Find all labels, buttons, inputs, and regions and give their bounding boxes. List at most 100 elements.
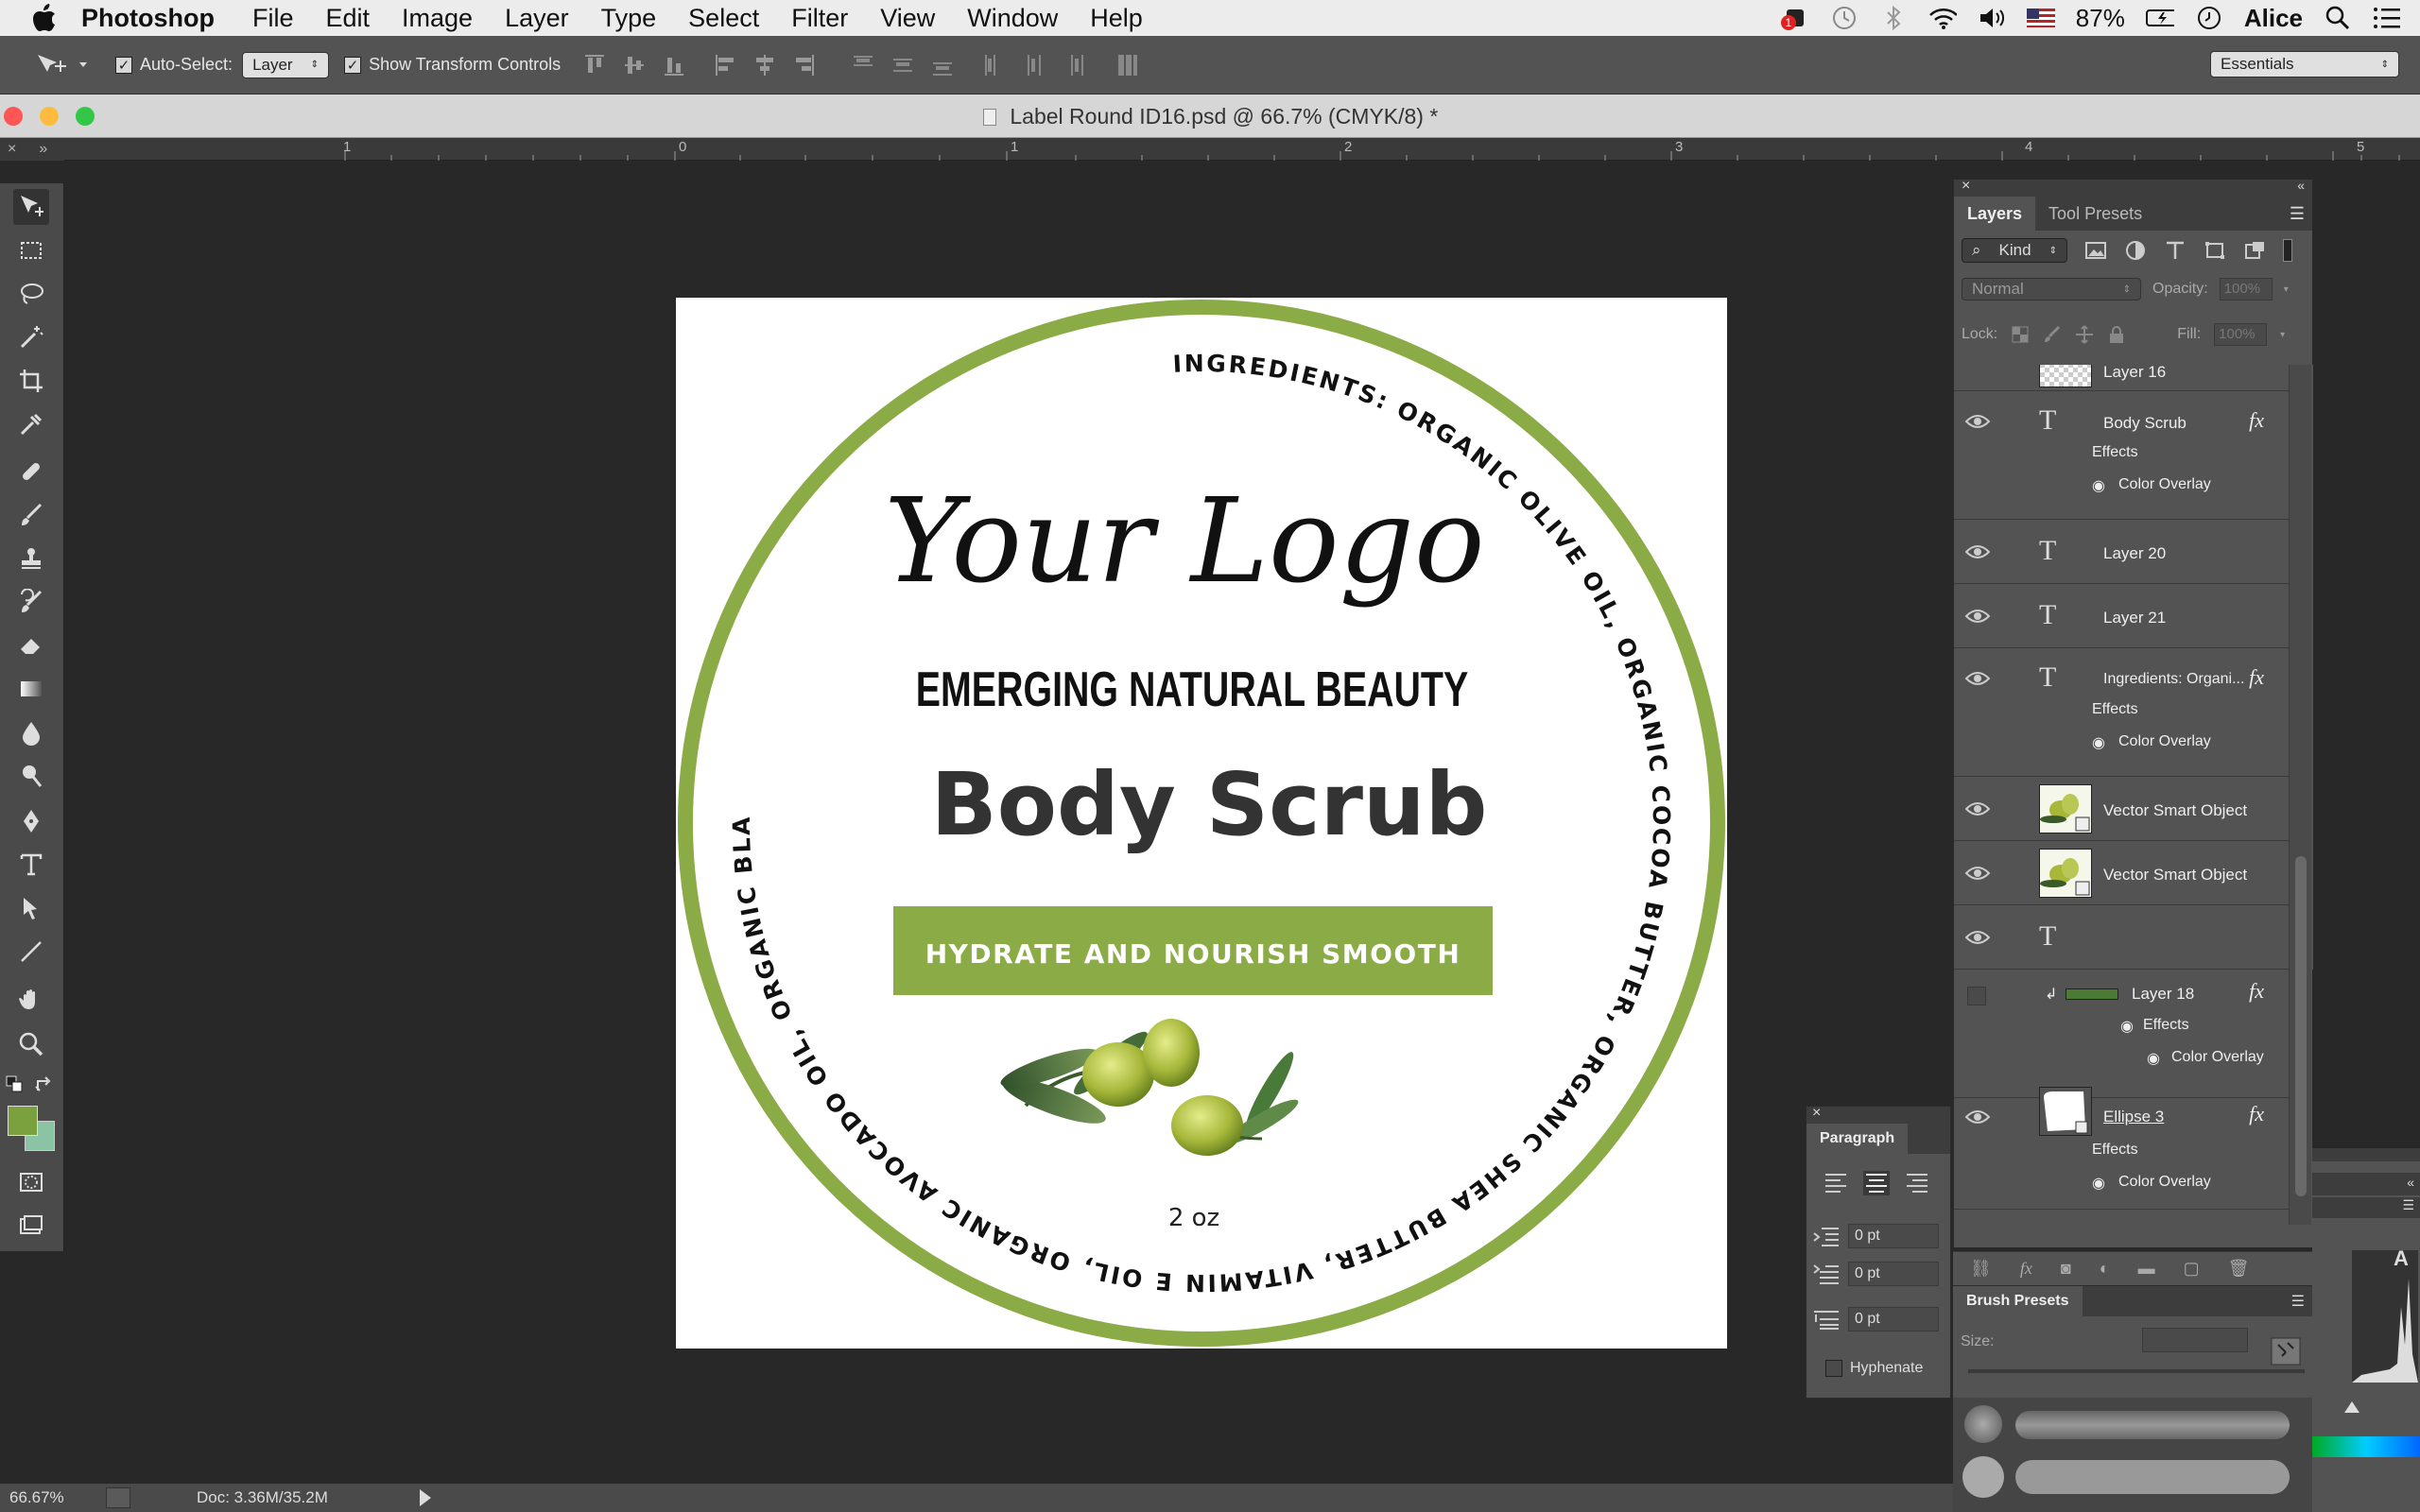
- distribute-top-icon[interactable]: [852, 53, 874, 77]
- brush-preset-list[interactable]: [1953, 1398, 2312, 1512]
- dodge-tool-icon[interactable]: [13, 758, 49, 794]
- menu-view[interactable]: View: [880, 4, 935, 33]
- default-colors-icon[interactable]: [6, 1075, 25, 1094]
- menu-window[interactable]: Window: [967, 4, 1058, 33]
- new-layer-icon[interactable]: ▢: [2184, 1259, 2200, 1279]
- visibility-eye-icon[interactable]: [1965, 669, 1990, 688]
- workspace-dropdown[interactable]: Essentials ⇕: [2210, 51, 2399, 77]
- layer-row[interactable]: T Layer 20: [1954, 520, 2289, 584]
- expand-panels-icon[interactable]: »: [39, 141, 47, 158]
- color-slider-marker[interactable]: [2344, 1401, 2360, 1413]
- document-canvas[interactable]: INGREDIENTS: ORGANIC OLIVE OIL, ORGANIC …: [663, 276, 1727, 1349]
- link-layers-icon[interactable]: ⛓: [1970, 1259, 1992, 1279]
- brush-preset-item[interactable]: [1964, 1405, 2002, 1443]
- fill-arrow-icon[interactable]: ▾: [2280, 330, 2285, 340]
- layer-row[interactable]: ↲ Layer 18 fx ◉ Effects ◉ Color Overlay: [1954, 970, 2289, 1098]
- color-spectrum[interactable]: [2312, 1436, 2420, 1457]
- layer-row[interactable]: T Layer 21: [1954, 584, 2289, 648]
- opacity-arrow-icon[interactable]: ▾: [2284, 284, 2289, 295]
- layer-row[interactable]: T: [1954, 905, 2289, 970]
- visibility-eye-icon[interactable]: [1965, 928, 1990, 947]
- close-icon[interactable]: ×: [1812, 1105, 1821, 1122]
- effect-eye-icon[interactable]: ◉: [2120, 1017, 2134, 1036]
- blur-tool-icon[interactable]: [13, 714, 49, 750]
- layer-row[interactable]: T Body Scrub fx Effects ◉ Color Overlay: [1954, 391, 2289, 520]
- delete-layer-icon[interactable]: 🗑: [2228, 1259, 2250, 1279]
- clone-stamp-tool-icon[interactable]: [13, 541, 49, 576]
- effect-eye-icon[interactable]: ◉: [2147, 1049, 2160, 1068]
- tab-brush-presets[interactable]: Brush Presets: [1953, 1286, 2083, 1316]
- zoom-tool-icon[interactable]: [13, 1026, 49, 1062]
- layers-scrollbar[interactable]: [2289, 365, 2311, 1225]
- spotlight-search-icon[interactable]: [2324, 4, 2352, 32]
- lock-image-icon[interactable]: [2043, 325, 2062, 344]
- foreground-color-swatch[interactable]: [8, 1106, 38, 1136]
- minimize-window-button[interactable]: [40, 106, 59, 126]
- type-tool-icon[interactable]: [13, 847, 49, 883]
- volume-icon[interactable]: [1978, 4, 2006, 32]
- indent-first-input[interactable]: 0 pt: [1848, 1262, 1939, 1286]
- auto-select-checkbox[interactable]: ✓: [115, 56, 132, 74]
- indent-left-input[interactable]: 0 pt: [1848, 1224, 1939, 1248]
- tab-tool-presets[interactable]: Tool Presets: [2035, 197, 2155, 231]
- filter-smart-object-icon[interactable]: [2243, 240, 2266, 261]
- effect-color-overlay[interactable]: Color Overlay: [2171, 1049, 2264, 1066]
- collapse-panel-icon[interactable]: «: [2407, 1175, 2414, 1190]
- horizontal-ruler[interactable]: 1 0 1 2 3 4 5: [64, 138, 2420, 161]
- visibility-eye-icon[interactable]: [1965, 542, 1990, 561]
- eyedropper-tool-icon[interactable]: [13, 406, 49, 442]
- effect-color-overlay[interactable]: Color Overlay: [2118, 476, 2211, 493]
- visibility-eye-icon[interactable]: [1965, 799, 1990, 818]
- quick-mask-icon[interactable]: [13, 1164, 49, 1200]
- align-right-icon[interactable]: [1903, 1171, 1929, 1195]
- close-window-button[interactable]: [4, 106, 23, 126]
- fill-input[interactable]: 100%: [2214, 323, 2268, 346]
- align-vertical-centers-icon[interactable]: [623, 53, 646, 77]
- layer-row[interactable]: Layer 16: [1954, 365, 2289, 391]
- warning-icon[interactable]: A: [2394, 1246, 2409, 1271]
- align-center-icon[interactable]: [1863, 1171, 1890, 1195]
- history-brush-tool-icon[interactable]: [13, 584, 49, 620]
- menu-select[interactable]: Select: [688, 4, 759, 33]
- layer-effects-icon[interactable]: fx: [2249, 408, 2264, 433]
- brush-size-input[interactable]: [2142, 1328, 2248, 1352]
- collapse-panel-icon[interactable]: «: [2297, 178, 2305, 193]
- hyphenate-checkbox[interactable]: [1825, 1360, 1842, 1377]
- blend-mode-dropdown[interactable]: Normal ⇕: [1962, 278, 2141, 301]
- layer-effects-icon[interactable]: fx: [2249, 1102, 2264, 1126]
- brush-panel-icon[interactable]: [2271, 1337, 2301, 1366]
- menu-file[interactable]: File: [252, 4, 294, 33]
- visibility-eye-icon[interactable]: [1965, 864, 1990, 883]
- auto-align-layers-icon[interactable]: [1116, 53, 1139, 77]
- filter-pixel-icon[interactable]: [2084, 240, 2107, 261]
- close-icon[interactable]: ×: [8, 141, 16, 158]
- eraser-tool-icon[interactable]: [13, 627, 49, 663]
- menu-type[interactable]: Type: [601, 4, 657, 33]
- auto-select-dropdown[interactable]: Layer ⇕: [242, 51, 330, 78]
- crop-tool-icon[interactable]: [13, 363, 49, 399]
- wifi-icon[interactable]: [1928, 4, 1957, 32]
- align-top-edges-icon[interactable]: [583, 53, 606, 77]
- new-group-icon[interactable]: ▬: [2138, 1259, 2155, 1279]
- distribute-right-icon[interactable]: [1062, 53, 1084, 77]
- swap-colors-icon[interactable]: [34, 1075, 53, 1094]
- hand-tool-icon[interactable]: [13, 983, 49, 1019]
- apple-icon[interactable]: [28, 2, 60, 34]
- battery-icon[interactable]: [2145, 4, 2174, 32]
- menu-photoshop[interactable]: Photoshop: [81, 4, 215, 33]
- adjustment-layer-icon[interactable]: ◐: [2100, 1259, 2110, 1279]
- visibility-eye-icon[interactable]: [1965, 607, 1990, 626]
- layer-effects-icon[interactable]: fx: [2249, 665, 2264, 690]
- brush-tool-icon[interactable]: [13, 497, 49, 533]
- visibility-toggle-empty[interactable]: [1967, 987, 1986, 1005]
- menu-layer[interactable]: Layer: [505, 4, 569, 33]
- align-right-edges-icon[interactable]: [793, 53, 816, 77]
- add-style-icon[interactable]: fx: [2020, 1259, 2032, 1279]
- space-before-input[interactable]: 0 pt: [1848, 1307, 1939, 1332]
- panel-menu-icon[interactable]: ☰: [2290, 204, 2305, 224]
- panel-menu-icon[interactable]: ☰: [2402, 1197, 2414, 1213]
- layer-row[interactable]: Vector Smart Object: [1954, 777, 2289, 841]
- layer-row[interactable]: Vector Smart Object: [1954, 841, 2289, 905]
- tab-paragraph[interactable]: Paragraph: [1806, 1124, 1909, 1154]
- menu-filter[interactable]: Filter: [791, 4, 848, 33]
